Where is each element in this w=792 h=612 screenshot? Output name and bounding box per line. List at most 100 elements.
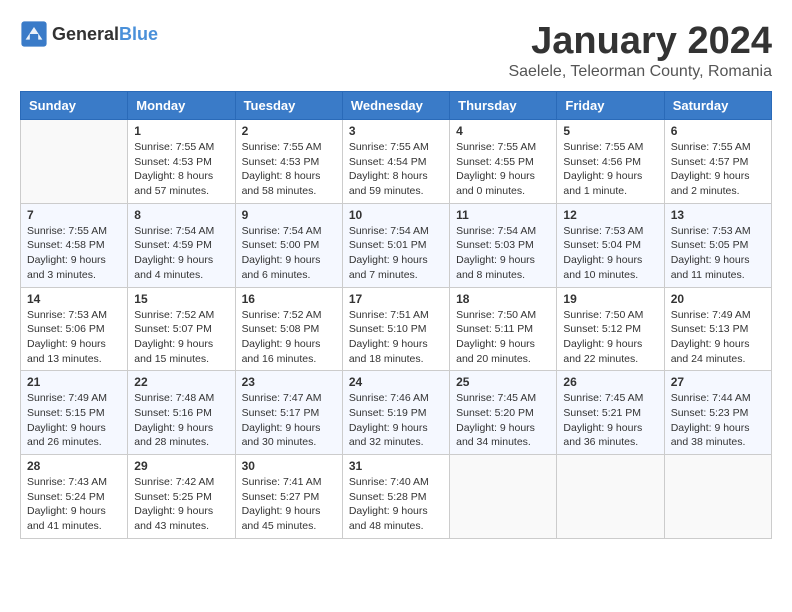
day-number: 16 [242,292,336,306]
calendar-cell: 3 Sunrise: 7:55 AM Sunset: 4:54 PM Daylig… [342,120,449,204]
day-info: Sunrise: 7:45 AM Sunset: 5:20 PM Dayligh… [456,391,550,450]
day-number: 26 [563,375,657,389]
day-number: 10 [349,208,443,222]
week-row-4: 21 Sunrise: 7:49 AM Sunset: 5:15 PM Dayli… [21,371,772,455]
day-number: 3 [349,124,443,138]
day-info: Sunrise: 7:53 AM Sunset: 5:06 PM Dayligh… [27,308,121,367]
day-number: 30 [242,459,336,473]
calendar-cell: 5 Sunrise: 7:55 AM Sunset: 4:56 PM Daylig… [557,120,664,204]
calendar-cell [450,455,557,539]
month-title: January 2024 [508,20,772,63]
logo-general: General [52,24,119,44]
day-info: Sunrise: 7:51 AM Sunset: 5:10 PM Dayligh… [349,308,443,367]
calendar-table: SundayMondayTuesdayWednesdayThursdayFrid… [20,91,772,539]
calendar-cell: 25 Sunrise: 7:45 AM Sunset: 5:20 PM Dayli… [450,371,557,455]
day-number: 29 [134,459,228,473]
calendar-cell: 13 Sunrise: 7:53 AM Sunset: 5:05 PM Dayli… [664,203,771,287]
day-info: Sunrise: 7:52 AM Sunset: 5:08 PM Dayligh… [242,308,336,367]
day-info: Sunrise: 7:53 AM Sunset: 5:05 PM Dayligh… [671,224,765,283]
day-number: 2 [242,124,336,138]
day-info: Sunrise: 7:55 AM Sunset: 4:57 PM Dayligh… [671,140,765,199]
day-number: 22 [134,375,228,389]
calendar-cell [557,455,664,539]
day-number: 12 [563,208,657,222]
calendar-cell: 8 Sunrise: 7:54 AM Sunset: 4:59 PM Daylig… [128,203,235,287]
calendar-cell: 22 Sunrise: 7:48 AM Sunset: 5:16 PM Dayli… [128,371,235,455]
calendar-cell: 24 Sunrise: 7:46 AM Sunset: 5:19 PM Dayli… [342,371,449,455]
day-info: Sunrise: 7:54 AM Sunset: 4:59 PM Dayligh… [134,224,228,283]
weekday-header-sunday: Sunday [21,92,128,120]
calendar-cell: 7Sunrise: 7:55 AM Sunset: 4:58 PM Daylig… [21,203,128,287]
day-info: Sunrise: 7:44 AM Sunset: 5:23 PM Dayligh… [671,391,765,450]
weekday-header-monday: Monday [128,92,235,120]
title-section: January 2024 Saelele, Teleorman County, … [508,20,772,81]
day-info: Sunrise: 7:49 AM Sunset: 5:15 PM Dayligh… [27,391,121,450]
day-number: 13 [671,208,765,222]
day-info: Sunrise: 7:47 AM Sunset: 5:17 PM Dayligh… [242,391,336,450]
week-row-2: 7Sunrise: 7:55 AM Sunset: 4:58 PM Daylig… [21,203,772,287]
calendar-cell: 10 Sunrise: 7:54 AM Sunset: 5:01 PM Dayli… [342,203,449,287]
day-info: Sunrise: 7:53 AM Sunset: 5:04 PM Dayligh… [563,224,657,283]
day-number: 20 [671,292,765,306]
weekday-header-thursday: Thursday [450,92,557,120]
day-info: Sunrise: 7:49 AM Sunset: 5:13 PM Dayligh… [671,308,765,367]
day-number: 8 [134,208,228,222]
calendar-cell: 15Sunrise: 7:52 AM Sunset: 5:07 PM Dayli… [128,287,235,371]
calendar-cell: 19 Sunrise: 7:50 AM Sunset: 5:12 PM Dayli… [557,287,664,371]
day-number: 28 [27,459,121,473]
day-number: 19 [563,292,657,306]
day-info: Sunrise: 7:55 AM Sunset: 4:56 PM Dayligh… [563,140,657,199]
calendar-cell: 26Sunrise: 7:45 AM Sunset: 5:21 PM Dayli… [557,371,664,455]
logo: GeneralBlue [20,20,158,48]
week-row-3: 14Sunrise: 7:53 AM Sunset: 5:06 PM Dayli… [21,287,772,371]
day-info: Sunrise: 7:50 AM Sunset: 5:12 PM Dayligh… [563,308,657,367]
day-number: 23 [242,375,336,389]
calendar-cell [664,455,771,539]
logo-blue: Blue [119,24,158,44]
calendar-cell: 23 Sunrise: 7:47 AM Sunset: 5:17 PM Dayli… [235,371,342,455]
page-header: GeneralBlue January 2024 Saelele, Teleor… [20,20,772,81]
day-info: Sunrise: 7:46 AM Sunset: 5:19 PM Dayligh… [349,391,443,450]
day-info: Sunrise: 7:41 AM Sunset: 5:27 PM Dayligh… [242,475,336,534]
day-number: 25 [456,375,550,389]
calendar-cell: 20 Sunrise: 7:49 AM Sunset: 5:13 PM Dayli… [664,287,771,371]
day-number: 24 [349,375,443,389]
calendar-cell: 27Sunrise: 7:44 AM Sunset: 5:23 PM Dayli… [664,371,771,455]
calendar-cell: 16 Sunrise: 7:52 AM Sunset: 5:08 PM Dayli… [235,287,342,371]
day-number: 4 [456,124,550,138]
weekday-header-tuesday: Tuesday [235,92,342,120]
day-number: 9 [242,208,336,222]
day-info: Sunrise: 7:55 AM Sunset: 4:54 PM Dayligh… [349,140,443,199]
day-info: Sunrise: 7:55 AM Sunset: 4:53 PM Dayligh… [242,140,336,199]
week-row-1: 1 Sunrise: 7:55 AM Sunset: 4:53 PM Daylig… [21,120,772,204]
calendar-cell: 4 Sunrise: 7:55 AM Sunset: 4:55 PM Daylig… [450,120,557,204]
day-info: Sunrise: 7:40 AM Sunset: 5:28 PM Dayligh… [349,475,443,534]
location-title: Saelele, Teleorman County, Romania [508,63,772,81]
day-number: 5 [563,124,657,138]
weekday-header-wednesday: Wednesday [342,92,449,120]
day-number: 21 [27,375,121,389]
day-number: 1 [134,124,228,138]
day-info: Sunrise: 7:54 AM Sunset: 5:01 PM Dayligh… [349,224,443,283]
day-number: 18 [456,292,550,306]
calendar-cell: 6 Sunrise: 7:55 AM Sunset: 4:57 PM Daylig… [664,120,771,204]
day-number: 6 [671,124,765,138]
calendar-cell: 18Sunrise: 7:50 AM Sunset: 5:11 PM Dayli… [450,287,557,371]
calendar-cell: 30 Sunrise: 7:41 AM Sunset: 5:27 PM Dayli… [235,455,342,539]
calendar-cell: 28 Sunrise: 7:43 AM Sunset: 5:24 PM Dayli… [21,455,128,539]
day-number: 17 [349,292,443,306]
day-info: Sunrise: 7:43 AM Sunset: 5:24 PM Dayligh… [27,475,121,534]
day-info: Sunrise: 7:48 AM Sunset: 5:16 PM Dayligh… [134,391,228,450]
day-number: 31 [349,459,443,473]
day-number: 7 [27,208,121,222]
day-info: Sunrise: 7:55 AM Sunset: 4:53 PM Dayligh… [134,140,228,199]
day-info: Sunrise: 7:52 AM Sunset: 5:07 PM Dayligh… [134,308,228,367]
calendar-cell: 21 Sunrise: 7:49 AM Sunset: 5:15 PM Dayli… [21,371,128,455]
logo-icon [20,20,48,48]
weekday-header-friday: Friday [557,92,664,120]
day-info: Sunrise: 7:55 AM Sunset: 4:55 PM Dayligh… [456,140,550,199]
calendar-cell: 1 Sunrise: 7:55 AM Sunset: 4:53 PM Daylig… [128,120,235,204]
day-number: 11 [456,208,550,222]
calendar-cell: 2 Sunrise: 7:55 AM Sunset: 4:53 PM Daylig… [235,120,342,204]
calendar-cell: 31 Sunrise: 7:40 AM Sunset: 5:28 PM Dayli… [342,455,449,539]
